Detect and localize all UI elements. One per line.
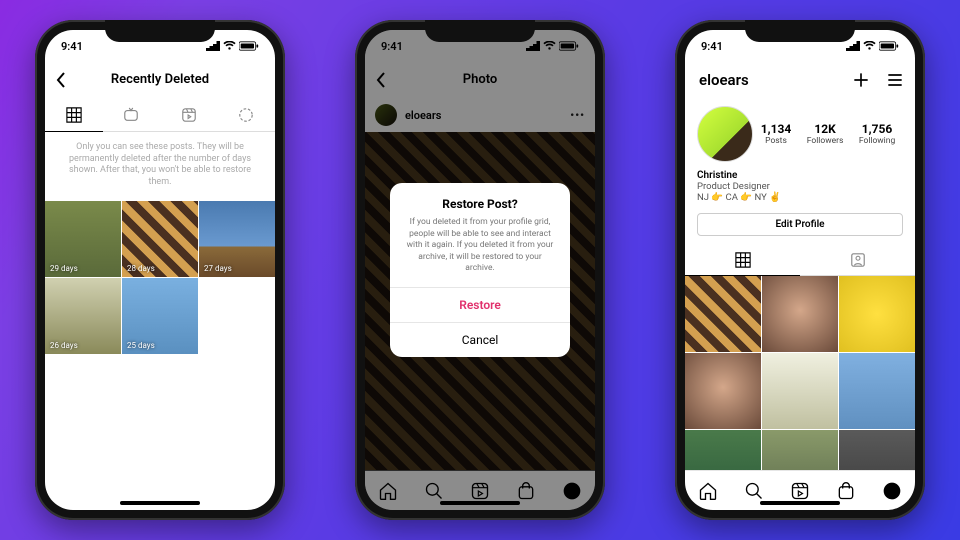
bio-location: NJ 👉 CA 👉 NY ✌️ [697,192,903,203]
deleted-item[interactable]: 26 days [45,278,121,354]
stat-posts[interactable]: 1,134Posts [761,122,792,146]
post-thumbnail[interactable] [839,353,915,429]
status-time: 9:41 [61,40,83,53]
restore-button[interactable]: Restore [390,287,570,322]
nav-reels-icon[interactable] [790,481,810,501]
profile-grid [685,276,915,470]
home-indicator[interactable] [440,501,520,505]
bio-name: Christine [697,170,903,181]
tab-tagged[interactable] [800,244,915,276]
deleted-item[interactable]: 27 days [199,201,275,277]
wifi-icon [223,41,236,51]
signal-icon [206,41,220,51]
post-thumbnail[interactable] [762,353,838,429]
back-icon[interactable] [55,72,67,88]
tab-igtv[interactable] [103,98,161,132]
device-notch [105,20,215,42]
post-thumbnail[interactable] [839,276,915,352]
create-icon[interactable] [851,70,871,90]
modal-overlay: Restore Post? If you deleted it from you… [365,30,595,510]
tab-reels[interactable] [160,98,218,132]
home-indicator[interactable] [120,501,200,505]
post-thumbnail[interactable] [685,276,761,352]
profile-username[interactable]: eloears [699,71,749,89]
page-title: Recently Deleted [111,72,209,87]
edit-profile-button[interactable]: Edit Profile [697,213,903,236]
battery-icon [239,41,259,51]
device-notch [745,20,855,42]
bio-role: Product Designer [697,181,903,192]
modal-body: If you deleted it from your profile grid… [390,217,570,286]
phone-profile: 9:41 eloears 1,134Posts 12KFollowers 1,7… [675,20,925,520]
profile-header: eloears [685,62,915,98]
profile-stats-row: 1,134Posts 12KFollowers 1,756Following [685,98,915,170]
device-notch [425,20,535,42]
home-indicator[interactable] [760,501,840,505]
deleted-grid: 29 days 28 days 27 days 26 days 25 days [45,201,275,354]
signal-icon [846,41,860,51]
screen-header: Recently Deleted [45,62,275,98]
avatar[interactable] [697,106,753,162]
tab-grid[interactable] [45,98,103,132]
profile-tabs [685,244,915,276]
post-thumbnail[interactable] [839,430,915,470]
profile-bio: Christine Product Designer NJ 👉 CA 👉 NY … [685,170,915,209]
nav-search-icon[interactable] [744,481,764,501]
stat-followers[interactable]: 12KFollowers [807,122,844,146]
modal-title: Restore Post? [390,183,570,217]
info-text: Only you can see these posts. They will … [45,132,275,201]
menu-icon[interactable] [885,70,905,90]
post-thumbnail[interactable] [762,430,838,470]
restore-modal: Restore Post? If you deleted it from you… [390,183,570,356]
content-type-tabs [45,98,275,132]
stat-following[interactable]: 1,756Following [859,122,895,146]
post-thumbnail[interactable] [685,353,761,429]
deleted-item[interactable]: 28 days [122,201,198,277]
phone-recently-deleted: 9:41 Recently Deleted Only you can see t… [35,20,285,520]
nav-shop-icon[interactable] [836,481,856,501]
status-time: 9:41 [701,40,723,53]
tab-stories[interactable] [218,98,276,132]
post-thumbnail[interactable] [685,430,761,470]
battery-icon [879,41,899,51]
deleted-item[interactable]: 29 days [45,201,121,277]
tab-posts-grid[interactable] [685,244,800,276]
nav-profile-icon[interactable] [882,481,902,501]
nav-home-icon[interactable] [698,481,718,501]
cancel-button[interactable]: Cancel [390,322,570,357]
post-thumbnail[interactable] [762,276,838,352]
phone-restore-dialog: 9:41 Photo eloears ••• [355,20,605,520]
deleted-item[interactable]: 25 days [122,278,198,354]
wifi-icon [863,41,876,51]
